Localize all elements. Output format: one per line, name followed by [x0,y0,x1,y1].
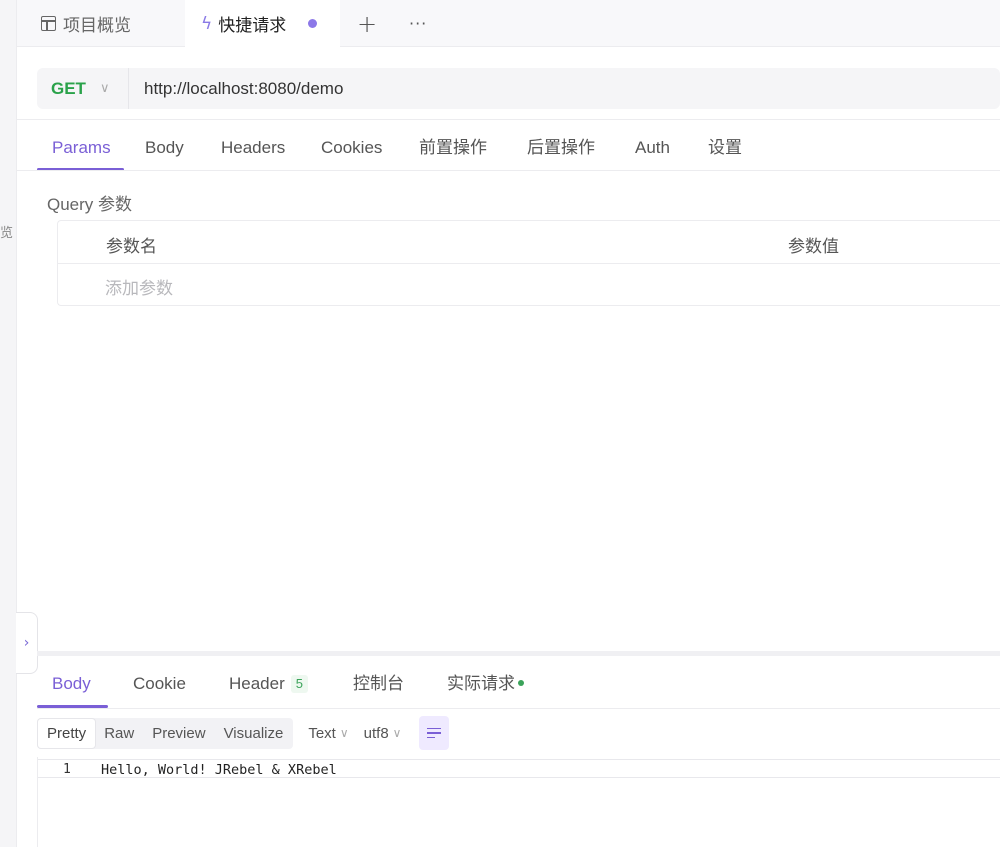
table-header: 参数名 参数值 [58,221,1000,264]
expand-sidebar-button[interactable]: › [16,612,38,674]
view-pretty-button[interactable]: Pretty [38,718,96,748]
new-tab-button[interactable]: + [357,0,377,47]
content-type-select[interactable]: Text ∨ [308,725,348,742]
status-dot [518,680,524,686]
query-params-table: 参数名 参数值 添加参数 [57,220,1000,306]
resp-tab-actual-request-label: 实际请求 [447,674,515,693]
chevron-down-icon: ∨ [392,726,402,740]
resp-tab-console[interactable]: 控制台 [353,660,404,708]
header-count-badge: 5 [290,675,308,693]
divider [17,119,1000,120]
unsaved-indicator-dot [308,19,318,28]
view-raw-button[interactable]: Raw [95,719,143,748]
method-select[interactable]: GET ∨ [37,68,129,109]
req-tab-settings[interactable]: 设置 [708,124,742,171]
tab-project-overview[interactable]: 项目概览 [41,0,131,47]
column-header-value: 参数值 [788,237,839,257]
divider [37,708,1000,709]
encoding-value: utf8 [363,724,389,742]
response-resize-divider[interactable] [37,651,1000,656]
wrap-icon [427,727,442,730]
tab-label: 快捷请求 [218,16,287,36]
resp-tab-header-label: Header [229,674,285,693]
more-tabs-button[interactable]: ··· [409,0,427,47]
column-header-name: 参数名 [106,237,157,257]
req-tab-cookies[interactable]: Cookies [321,124,382,171]
method-label: GET [51,78,86,98]
req-tab-auth[interactable]: Auth [635,124,670,171]
req-tab-post-actions[interactable]: 后置操作 [527,124,595,171]
req-tab-body[interactable]: Body [145,124,184,171]
encoding-select[interactable]: utf8 ∨ [364,725,402,742]
code-text: Hello, World! JRebel & XRebel [101,762,337,778]
query-params-title: Query 参数 [47,195,133,214]
tab-quick-request[interactable]: ϟ 快捷请求 [185,0,340,47]
divider [17,170,1000,171]
response-body-editor[interactable]: 1 Hello, World! JRebel & XRebel [37,757,1000,847]
view-preview-button[interactable]: Preview [143,719,214,748]
resp-tab-header[interactable]: Header 5 [229,660,308,708]
wrap-icon-line [427,736,436,739]
left-sidebar-edge: 览 [0,0,17,847]
chevron-down-icon: ∨ [339,726,349,740]
tab-label: 项目概览 [63,16,131,36]
req-tab-headers[interactable]: Headers [221,124,285,171]
url-input[interactable] [129,68,1000,109]
layout-icon [41,16,56,31]
resp-tab-body[interactable]: Body [52,660,91,708]
sidebar-partial-label: 览 [0,226,14,241]
request-url-bar: GET ∨ [37,68,1000,109]
add-param-input[interactable]: 添加参数 [105,274,173,299]
code-line: 1 Hello, World! JRebel & XRebel [38,759,1000,778]
req-tab-pre-actions[interactable]: 前置操作 [419,124,487,171]
word-wrap-button[interactable] [419,716,450,750]
tab-bar: 项目概览 ϟ 快捷请求 + ··· [17,0,1000,47]
line-number: 1 [63,762,71,777]
view-visualize-button[interactable]: Visualize [215,719,293,748]
response-format-bar: Pretty Raw Preview Visualize Text ∨ utf8… [37,716,450,750]
resp-tab-actual-request[interactable]: 实际请求 [447,660,524,708]
bolt-icon: ϟ [201,13,213,34]
req-tab-params[interactable]: Params [52,124,111,171]
chevron-right-icon: › [23,635,30,651]
resp-tab-cookie[interactable]: Cookie [133,660,186,708]
content-type-value: Text [308,724,336,742]
chevron-down-icon: ∨ [99,81,110,96]
view-mode-group: Pretty Raw Preview Visualize [37,717,294,749]
wrap-icon-line [427,732,442,734]
